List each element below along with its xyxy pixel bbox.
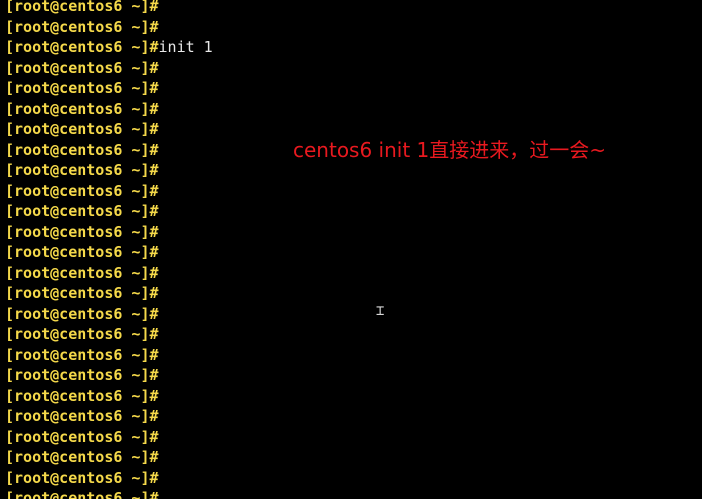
terminal-line: [root@centos6 ~]#: [5, 78, 213, 99]
shell-prompt: [root@centos6 ~]#: [5, 325, 159, 343]
terminal-line: [root@centos6 ~]#: [5, 119, 213, 140]
annotation-text: centos6 init 1直接进来，过一会~: [293, 138, 607, 162]
shell-command: init 1: [158, 38, 213, 56]
terminal-line: [root@centos6 ~]#init 1: [5, 37, 213, 58]
terminal-line: [root@centos6 ~]#: [5, 386, 213, 407]
terminal-line: [root@centos6 ~]#: [5, 140, 213, 161]
shell-prompt: [root@centos6 ~]#: [5, 17, 159, 36]
text-cursor-icon: ⌶: [376, 303, 385, 319]
terminal-line: [root@centos6 ~]#: [5, 447, 213, 468]
shell-prompt: [root@centos6 ~]#: [5, 140, 159, 159]
shell-prompt: [root@centos6 ~]#: [5, 448, 159, 466]
terminal-line: [root@centos6 ~]#: [5, 242, 213, 263]
terminal-line: [root@centos6 ~]#: [5, 99, 213, 120]
terminal-line: [root@centos6 ~]#: [5, 406, 213, 427]
shell-prompt: [root@centos6 ~]#: [5, 0, 159, 15]
shell-prompt: [root@centos6 ~]#: [5, 243, 159, 261]
shell-prompt: [root@centos6 ~]#: [5, 468, 159, 487]
terminal-line: [root@centos6 ~]#: [5, 427, 213, 448]
terminal-line: [root@centos6 ~]#: [5, 181, 213, 202]
terminal-line: [root@centos6 ~]#: [5, 263, 213, 284]
shell-prompt: [root@centos6 ~]#: [5, 202, 159, 220]
terminal-line: [root@centos6 ~]#: [5, 345, 213, 366]
terminal-line: [root@centos6 ~]#: [5, 0, 213, 17]
terminal-line: [root@centos6 ~]#: [5, 365, 213, 386]
shell-prompt: [root@centos6 ~]#: [5, 407, 159, 425]
shell-prompt: [root@centos6 ~]#: [5, 386, 159, 405]
terminal-line: [root@centos6 ~]#: [5, 201, 213, 222]
terminal-line: [root@centos6 ~]#: [5, 324, 213, 345]
shell-prompt: [root@centos6 ~]#: [5, 181, 159, 200]
terminal-line: [root@centos6 ~]#: [5, 468, 213, 489]
terminal-line: [root@centos6 ~]#: [5, 488, 213, 499]
shell-prompt: [root@centos6 ~]#: [5, 304, 159, 323]
shell-prompt: [root@centos6 ~]#: [5, 38, 159, 56]
shell-prompt: [root@centos6 ~]#: [5, 161, 159, 179]
shell-prompt: [root@centos6 ~]#: [5, 263, 159, 282]
terminal-line: [root@centos6 ~]#: [5, 58, 213, 79]
shell-prompt: [root@centos6 ~]#: [5, 366, 159, 384]
shell-prompt: [root@centos6 ~]#: [5, 345, 159, 364]
shell-prompt: [root@centos6 ~]#: [5, 489, 159, 499]
shell-prompt: [root@centos6 ~]#: [5, 79, 159, 97]
shell-prompt: [root@centos6 ~]#: [5, 222, 159, 241]
shell-prompt: [root@centos6 ~]#: [5, 58, 159, 77]
terminal-output: [root@centos6 ~]# [root@centos6 ~]# [root@…: [5, 0, 213, 499]
terminal-line: [root@centos6 ~]#: [5, 222, 213, 243]
terminal-line: [root@centos6 ~]#: [5, 160, 213, 181]
terminal-line: [root@centos6 ~]#: [5, 17, 213, 38]
terminal-line: [root@centos6 ~]#: [5, 304, 213, 325]
shell-prompt: [root@centos6 ~]#: [5, 99, 159, 118]
terminal-line: [root@centos6 ~]#: [5, 283, 213, 304]
terminal-window[interactable]: [root@centos6 ~]# [root@centos6 ~]# [root@…: [0, 0, 702, 499]
shell-prompt: [root@centos6 ~]#: [5, 120, 159, 138]
shell-prompt: [root@centos6 ~]#: [5, 427, 159, 446]
shell-prompt: [root@centos6 ~]#: [5, 284, 159, 302]
